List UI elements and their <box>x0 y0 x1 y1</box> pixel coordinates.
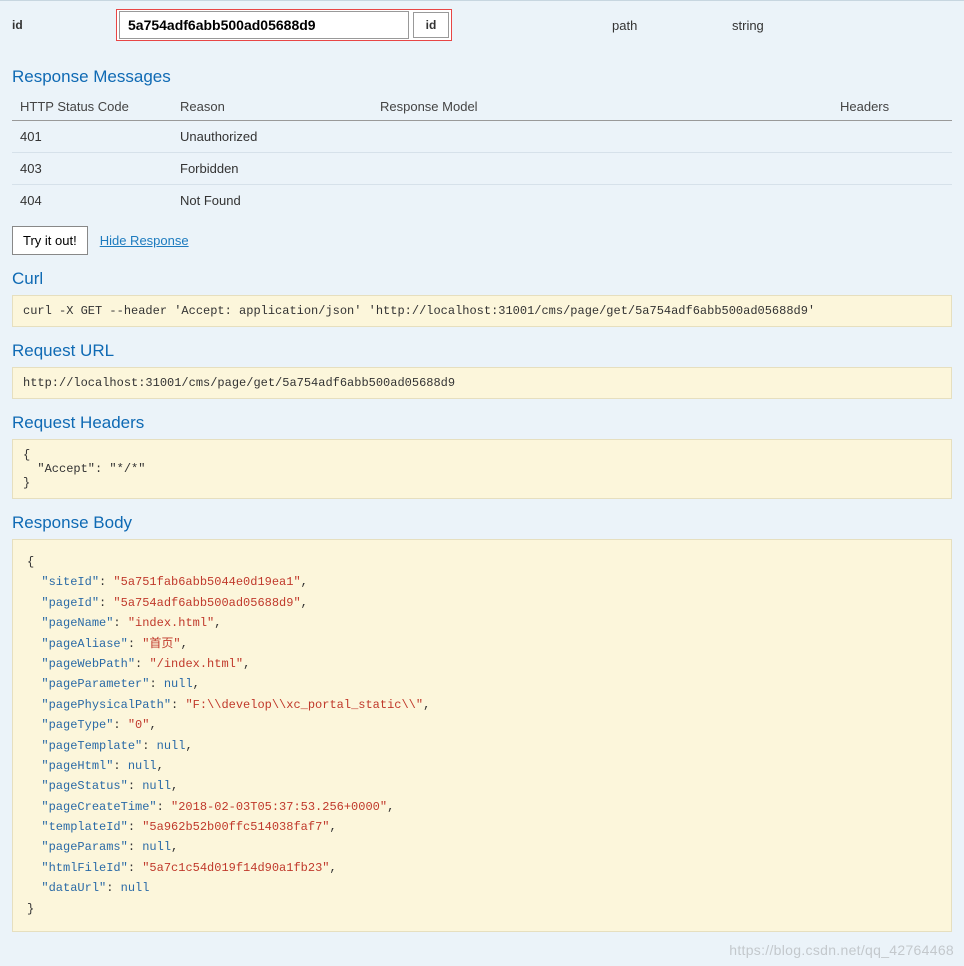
col-header-model: Response Model <box>372 93 832 121</box>
headers-cell <box>832 121 952 153</box>
table-row: 403Forbidden <box>12 153 952 185</box>
param-id-input[interactable] <box>119 11 409 39</box>
col-header-headers: Headers <box>832 93 952 121</box>
param-input-highlight: id <box>116 9 452 41</box>
reason-cell: Not Found <box>172 185 372 217</box>
request-headers-heading: Request Headers <box>12 413 952 433</box>
param-desc-label: id <box>413 12 449 38</box>
request-url-heading: Request URL <box>12 341 952 361</box>
status-code-cell: 403 <box>12 153 172 185</box>
reason-cell: Forbidden <box>172 153 372 185</box>
model-cell <box>372 121 832 153</box>
parameter-row: id id path string <box>0 0 964 53</box>
actions-row: Try it out! Hide Response <box>12 226 952 255</box>
param-datatype-label: string <box>732 18 764 33</box>
try-it-out-button[interactable]: Try it out! <box>12 226 88 255</box>
model-cell <box>372 153 832 185</box>
status-code-cell: 401 <box>12 121 172 153</box>
request-url-block[interactable]: http://localhost:31001/cms/page/get/5a75… <box>12 367 952 399</box>
table-row: 401Unauthorized <box>12 121 952 153</box>
model-cell <box>372 185 832 217</box>
response-body-heading: Response Body <box>12 513 952 533</box>
response-messages-table: HTTP Status Code Reason Response Model H… <box>12 93 952 216</box>
param-type-label: path <box>612 18 712 33</box>
curl-block[interactable]: curl -X GET --header 'Accept: applicatio… <box>12 295 952 327</box>
response-body-block[interactable]: { "siteId": "5a751fab6abb5044e0d19ea1", … <box>12 539 952 932</box>
watermark-text: https://blog.csdn.net/qq_42764468 <box>729 942 954 958</box>
table-row: 404Not Found <box>12 185 952 217</box>
reason-cell: Unauthorized <box>172 121 372 153</box>
hide-response-link[interactable]: Hide Response <box>100 233 189 248</box>
col-header-reason: Reason <box>172 93 372 121</box>
request-headers-block[interactable]: { "Accept": "*/*" } <box>12 439 952 499</box>
headers-cell <box>832 153 952 185</box>
status-code-cell: 404 <box>12 185 172 217</box>
response-messages-heading: Response Messages <box>12 67 952 87</box>
curl-heading: Curl <box>12 269 952 289</box>
swagger-operation-panel: id id path string Response Messages HTTP… <box>0 0 964 966</box>
param-name-label: id <box>12 18 116 32</box>
headers-cell <box>832 185 952 217</box>
col-header-status: HTTP Status Code <box>12 93 172 121</box>
